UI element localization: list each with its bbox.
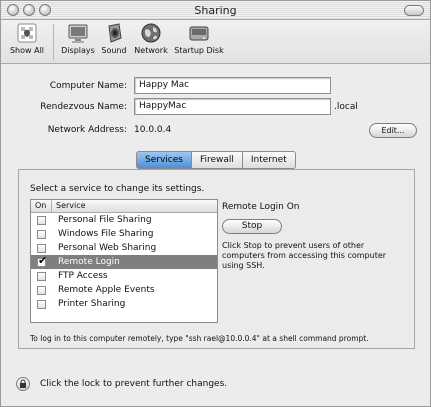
apple-icon	[17, 23, 37, 43]
toolbar-separator	[53, 24, 54, 60]
service-name: Printer Sharing	[58, 299, 126, 309]
sound-label: Sound	[101, 46, 127, 55]
service-row[interactable]: FTP Access	[31, 269, 217, 283]
tab-internet[interactable]: Internet	[242, 151, 296, 169]
displays-label: Displays	[61, 46, 95, 55]
service-name: Remote Login	[58, 257, 120, 267]
edit-button[interactable]: Edit...	[369, 123, 417, 138]
globe-icon	[141, 23, 161, 43]
service-checkbox[interactable]: ✔	[37, 253, 48, 267]
network-address-value: 10.0.0.4	[134, 125, 172, 135]
tab-services[interactable]: Services	[136, 151, 192, 169]
service-row[interactable]: Printer Sharing	[31, 297, 217, 311]
service-row[interactable]: Remote Apple Events	[31, 283, 217, 297]
service-checkbox-cell	[31, 299, 52, 309]
service-name: FTP Access	[58, 271, 108, 281]
show-all-button[interactable]: Show All	[7, 22, 47, 55]
column-header-service[interactable]: Service	[52, 200, 86, 212]
service-row[interactable]: Personal Web Sharing	[31, 241, 217, 255]
network-button[interactable]: Network	[132, 22, 170, 55]
lock-row: Click the lock to prevent further change…	[16, 376, 227, 392]
services-prompt: Select a service to change its settings.	[30, 184, 205, 194]
startup-disk-label: Startup Disk	[174, 46, 224, 55]
service-row[interactable]: ✔ Remote Login	[31, 255, 217, 269]
display-icon	[68, 24, 88, 43]
speaker-icon	[108, 23, 122, 43]
checkmark-icon: ✔	[38, 253, 48, 267]
service-checkbox-cell	[31, 271, 52, 281]
service-name: Personal File Sharing	[58, 215, 152, 225]
stop-button[interactable]: Stop	[222, 219, 282, 234]
displays-button[interactable]: Displays	[59, 22, 97, 55]
services-list-header: On Service	[31, 200, 217, 213]
tab-bar: Services Firewall Internet	[136, 151, 296, 169]
service-name: Remote Apple Events	[58, 285, 155, 295]
title-bar[interactable]: Sharing	[1, 1, 430, 20]
service-checkbox-cell	[31, 285, 52, 295]
toolbar-toggle-button[interactable]	[404, 5, 424, 16]
service-row[interactable]: Windows File Sharing	[31, 227, 217, 241]
lock-button[interactable]	[16, 377, 30, 391]
service-checkbox-cell	[31, 215, 52, 225]
startup-disk-button[interactable]: Startup Disk	[174, 22, 224, 55]
sound-button[interactable]: Sound	[99, 22, 129, 55]
window-title: Sharing	[194, 4, 237, 17]
rendezvous-name-label: Rendezvous Name:	[40, 102, 127, 112]
services-list[interactable]: On Service Personal File Sharing Windows …	[30, 199, 218, 323]
tab-firewall[interactable]: Firewall	[191, 151, 243, 169]
service-name: Windows File Sharing	[58, 229, 154, 239]
rendezvous-name-field[interactable]: HappyMac	[134, 98, 331, 115]
network-address-label: Network Address:	[47, 125, 127, 135]
network-label: Network	[134, 46, 168, 55]
sharing-window: Sharing Show All Displays Sound Network …	[0, 0, 431, 407]
computer-name-label: Computer Name:	[49, 81, 127, 91]
remote-login-hint: To log in to this computer remotely, typ…	[30, 334, 369, 343]
service-checkbox[interactable]	[37, 271, 46, 281]
service-row[interactable]: Personal File Sharing	[31, 213, 217, 227]
service-name: Personal Web Sharing	[58, 243, 157, 253]
service-checkbox-cell	[31, 229, 52, 239]
service-checkbox[interactable]	[37, 285, 46, 295]
rendezvous-suffix: .local	[334, 102, 358, 112]
service-checkbox[interactable]	[37, 215, 46, 225]
service-checkbox-cell	[31, 243, 52, 253]
service-checkbox-cell: ✔	[31, 253, 52, 267]
column-header-on[interactable]: On	[31, 200, 52, 212]
service-status-title: Remote Login On	[222, 202, 300, 212]
lock-text: Click the lock to prevent further change…	[40, 379, 228, 389]
computer-name-field[interactable]: Happy Mac	[134, 77, 331, 94]
service-checkbox[interactable]	[37, 299, 46, 309]
services-panel: Select a service to change its settings.…	[18, 169, 415, 349]
service-checkbox[interactable]	[37, 229, 46, 239]
lock-icon	[20, 379, 26, 388]
service-status-description: Click Stop to prevent users of other com…	[222, 241, 387, 270]
disk-icon	[189, 26, 209, 41]
service-checkbox[interactable]	[37, 243, 46, 253]
show-all-label: Show All	[9, 46, 45, 55]
toolbar: Show All Displays Sound Network Startup …	[1, 20, 430, 64]
